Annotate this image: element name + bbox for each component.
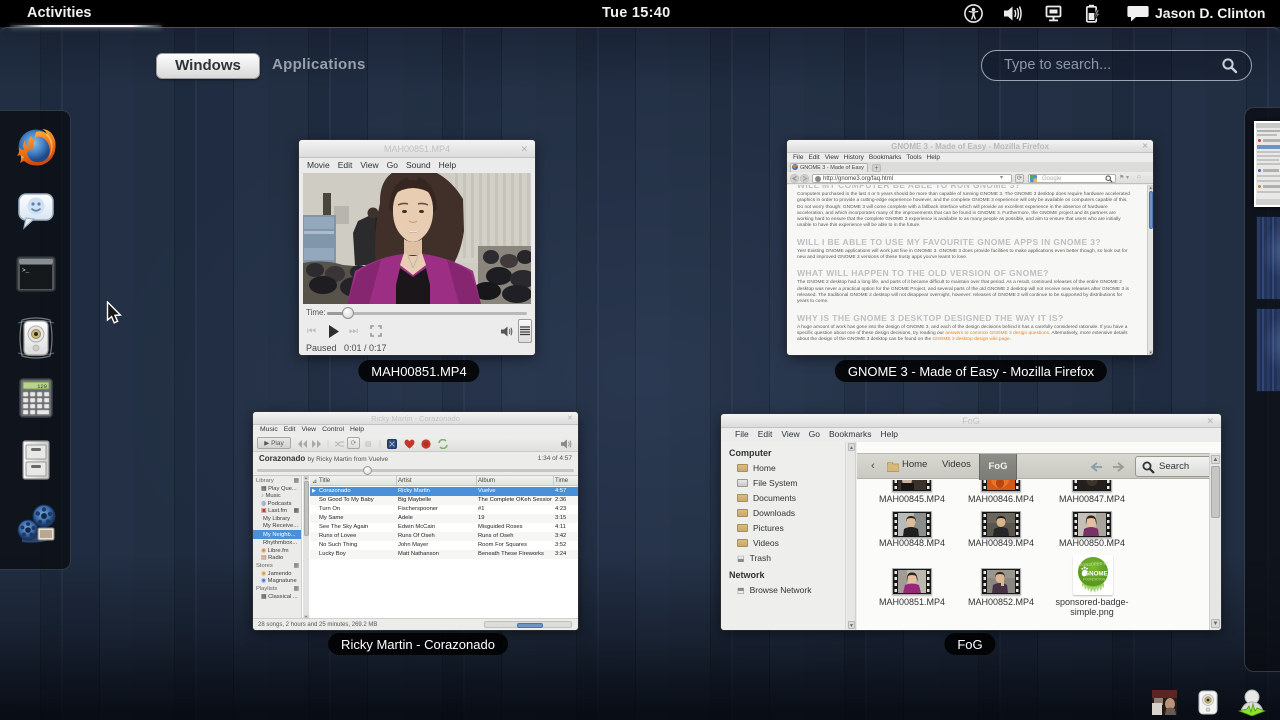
svg-text:120: 120 xyxy=(37,383,47,390)
svg-text:>_: >_ xyxy=(22,267,30,274)
svg-text:FOUNDATION: FOUNDATION xyxy=(1083,578,1106,582)
svg-text:GNOME: GNOME xyxy=(1084,571,1107,578)
